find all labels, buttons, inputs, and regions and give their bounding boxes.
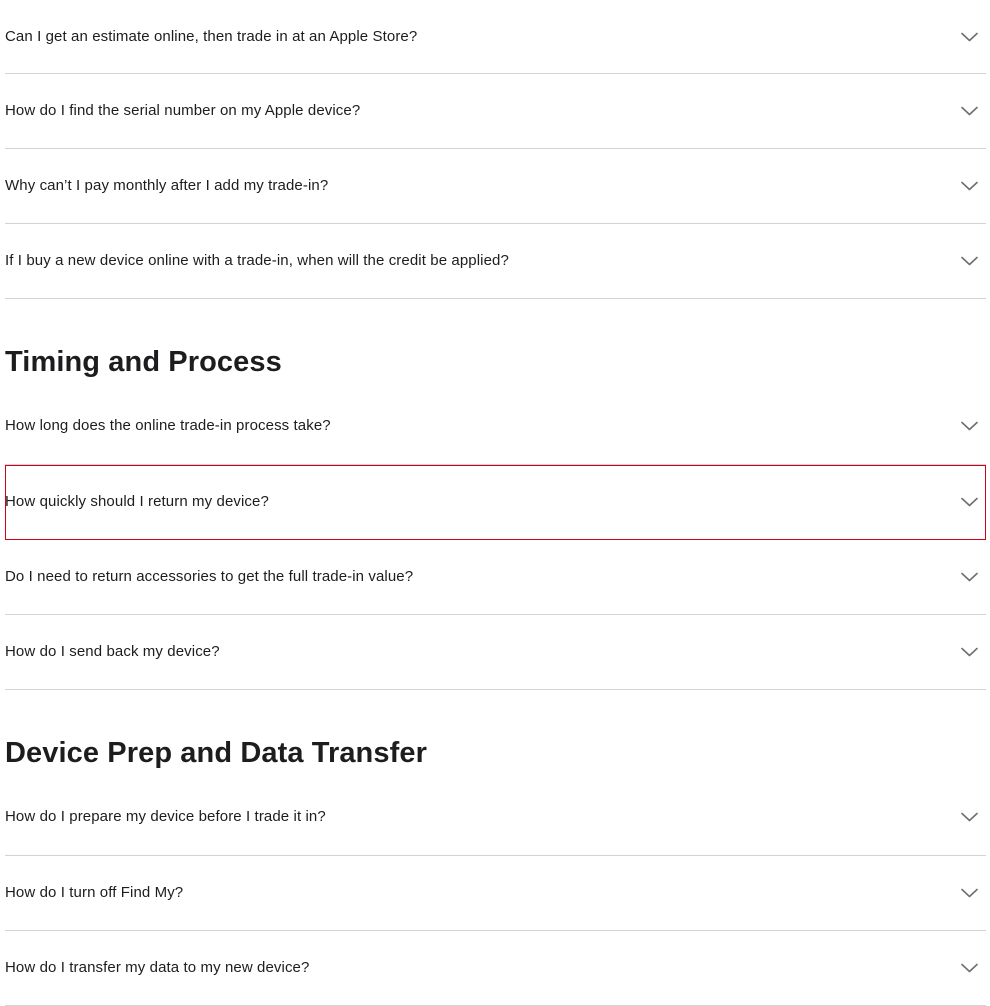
faq-item[interactable]: How do I turn off Find My?	[5, 856, 986, 931]
faq-section-timing: Timing and Process How long does the onl…	[5, 344, 986, 690]
faq-item[interactable]: If I buy a new device online with a trad…	[5, 224, 986, 299]
faq-question: Do I need to return accessories to get t…	[5, 568, 414, 585]
faq-item[interactable]: Why can’t I pay monthly after I add my t…	[5, 149, 986, 224]
faq-question: How quickly should I return my device?	[5, 493, 269, 510]
chevron-down-icon[interactable]	[961, 963, 978, 973]
section-title: Timing and Process	[5, 346, 282, 378]
faq-item[interactable]: Can I get an estimate online, then trade…	[5, 0, 986, 74]
faq-question: How do I find the serial number on my Ap…	[5, 102, 361, 119]
faq-question: How do I transfer my data to my new devi…	[5, 959, 310, 976]
chevron-down-icon[interactable]	[961, 256, 978, 266]
faq-question: How long does the online trade-in proces…	[5, 417, 331, 434]
chevron-down-icon[interactable]	[961, 572, 978, 582]
faq-question: Why can’t I pay monthly after I add my t…	[5, 177, 329, 194]
faq-item-highlighted[interactable]: How quickly should I return my device?	[5, 465, 986, 540]
chevron-down-icon[interactable]	[961, 647, 978, 657]
chevron-down-icon[interactable]	[961, 421, 978, 431]
chevron-down-icon[interactable]	[961, 181, 978, 191]
faq-item[interactable]: Do I need to return accessories to get t…	[5, 540, 986, 615]
faq-page: Can I get an estimate online, then trade…	[5, 0, 986, 1006]
chevron-down-icon[interactable]	[961, 106, 978, 116]
chevron-down-icon[interactable]	[961, 888, 978, 898]
faq-question: How do I send back my device?	[5, 643, 220, 660]
faq-item[interactable]: How long does the online trade-in proces…	[5, 384, 986, 465]
faq-section-general: Can I get an estimate online, then trade…	[5, 0, 986, 299]
faq-item[interactable]: How do I find the serial number on my Ap…	[5, 74, 986, 149]
faq-item[interactable]: How do I prepare my device before I trad…	[5, 775, 986, 856]
faq-item[interactable]: How do I transfer my data to my new devi…	[5, 931, 986, 1006]
section-title: Device Prep and Data Transfer	[5, 737, 427, 769]
chevron-down-icon[interactable]	[961, 32, 978, 42]
faq-question: How do I turn off Find My?	[5, 884, 184, 901]
faq-item[interactable]: How do I send back my device?	[5, 615, 986, 690]
faq-section-device-prep: Device Prep and Data Transfer How do I p…	[5, 735, 986, 1006]
chevron-down-icon[interactable]	[961, 497, 978, 507]
chevron-down-icon[interactable]	[961, 812, 978, 822]
faq-question: If I buy a new device online with a trad…	[5, 252, 509, 269]
faq-question: How do I prepare my device before I trad…	[5, 808, 326, 825]
faq-question: Can I get an estimate online, then trade…	[5, 27, 418, 45]
